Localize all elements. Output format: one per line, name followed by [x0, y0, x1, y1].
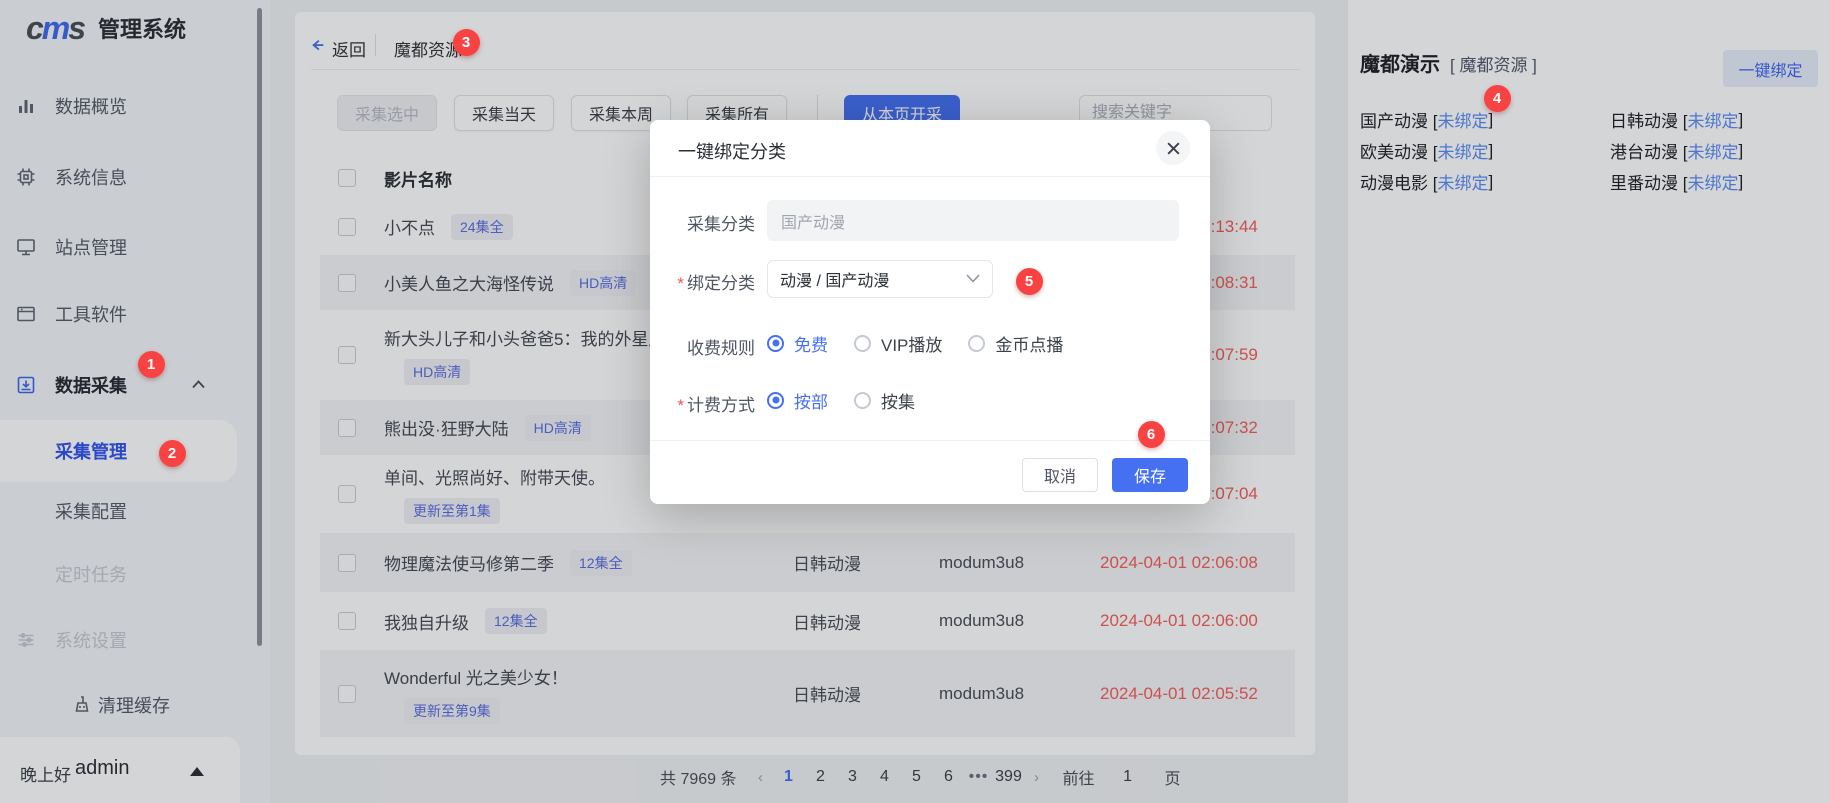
save-button[interactable]: 保存	[1112, 458, 1188, 492]
fee-rule-label: 收费规则	[670, 334, 755, 359]
modal-title: 一键绑定分类	[678, 138, 786, 164]
billing-radio-按部[interactable]: 按部	[767, 388, 828, 413]
step-badge-2: 2	[159, 440, 186, 467]
bind-category-modal: 一键绑定分类 采集分类 *绑定分类 动漫 / 国产动漫 收费规则 免费 VIP播放…	[650, 120, 1210, 504]
step-badge-5: 5	[1016, 268, 1043, 295]
radio-label: VIP播放	[881, 331, 942, 356]
radio-circle[interactable]	[767, 335, 784, 352]
fee-radio-VIP播放[interactable]: VIP播放	[854, 331, 942, 356]
radio-circle[interactable]	[854, 335, 871, 352]
modal-header-divider	[650, 176, 1210, 177]
radio-circle[interactable]	[854, 392, 871, 409]
radio-label: 免费	[794, 331, 828, 356]
bind-category-value: 动漫 / 国产动漫	[780, 267, 889, 291]
billing-mode-label: *计费方式	[670, 391, 755, 416]
step-badge-4: 4	[1484, 85, 1511, 112]
radio-label: 金币点播	[995, 331, 1063, 356]
fee-radio-金币点播[interactable]: 金币点播	[968, 331, 1063, 356]
required-star: *	[677, 274, 684, 293]
collect-category-input[interactable]	[767, 200, 1179, 241]
radio-label: 按集	[881, 388, 915, 413]
fee-radio-免费[interactable]: 免费	[767, 331, 828, 356]
page: cms 管理系统 数据概览系统信息站点管理工具软件数据采集采集管理采集配置定时任…	[0, 0, 1830, 803]
step-badge-1: 1	[138, 351, 165, 378]
cancel-button[interactable]: 取消	[1022, 458, 1098, 492]
close-icon[interactable]	[1156, 131, 1190, 165]
radio-circle[interactable]	[968, 335, 985, 352]
billing-mode-radio-group: 按部 按集	[767, 383, 915, 417]
step-badge-6: 6	[1138, 421, 1165, 448]
radio-label: 按部	[794, 388, 828, 413]
bind-category-label: *绑定分类	[670, 269, 755, 294]
bind-category-select[interactable]: 动漫 / 国产动漫	[767, 260, 993, 298]
collect-category-label: 采集分类	[670, 210, 755, 235]
required-star: *	[677, 396, 684, 415]
chevron-down-icon	[966, 270, 980, 288]
step-badge-3: 3	[453, 29, 480, 56]
radio-circle[interactable]	[767, 392, 784, 409]
modal-footer-divider	[650, 440, 1210, 441]
billing-radio-按集[interactable]: 按集	[854, 388, 915, 413]
fee-rule-radio-group: 免费 VIP播放 金币点播	[767, 326, 1063, 360]
